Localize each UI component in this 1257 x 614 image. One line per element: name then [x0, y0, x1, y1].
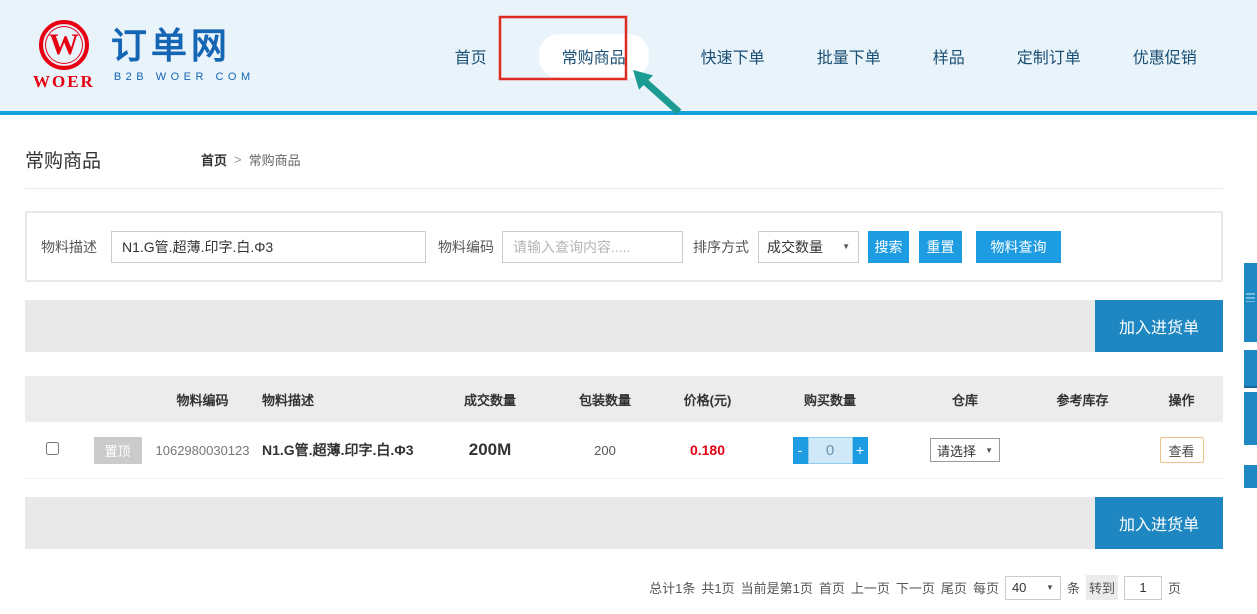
nav-item-promotions[interactable]: 优惠促销: [1133, 44, 1197, 68]
woer-logo-icon: W: [39, 20, 89, 70]
pagination: 总计1条 共1页 当前是第1页 首页 上一页 下一页 尾页 每页 40 ▼ 条 …: [25, 575, 1223, 600]
pagination-page-count: 共1页: [701, 578, 734, 597]
quantity-plus-button[interactable]: +: [853, 437, 868, 464]
page: W WOER 订单网 B2B WOER COM 首页 常购商品 快速下单 批量下…: [0, 0, 1257, 614]
main-nav: 首页 常购商品 快速下单 批量下单 样品 定制订单 优惠促销: [455, 34, 1197, 78]
action-bar-top: 加入进货单: [25, 300, 1223, 352]
per-page-select[interactable]: 40 ▼: [1005, 576, 1061, 600]
goto-page-label: 转到: [1086, 575, 1118, 600]
caret-down-icon: ▼: [842, 242, 850, 251]
filter-panel: 物料描述 物料编码 排序方式 成交数量 ▼ 搜索 重置 物料查询: [25, 211, 1223, 282]
main-content: 常购商品 首页 > 常购商品 物料描述 物料编码 排序方式 成交数量 ▼ 搜索 …: [25, 146, 1223, 600]
cell-pin: 置顶: [80, 437, 155, 464]
nav-item-bulk-order[interactable]: 批量下单: [817, 44, 881, 68]
pagination-last-link[interactable]: 尾页: [941, 578, 967, 597]
header-buy-qty: 购买数量: [755, 390, 905, 409]
material-desc-label: 物料描述: [41, 237, 97, 257]
side-widget-tab-4[interactable]: [1244, 465, 1257, 488]
quantity-input[interactable]: [808, 437, 853, 464]
breadcrumb-separator: >: [234, 152, 242, 167]
pagination-prev-link[interactable]: 上一页: [851, 578, 890, 597]
site-name-block: 订单网 B2B WOER COM: [111, 20, 255, 84]
nav-item-custom-order[interactable]: 定制订单: [1017, 44, 1081, 68]
pagination-total: 总计1条: [649, 578, 695, 597]
goods-table: 物料编码 物料描述 成交数量 包装数量 价格(元) 购买数量 仓库 参考库存 操…: [25, 376, 1223, 479]
header-action: 操作: [1140, 390, 1223, 409]
breadcrumb-current: 常购商品: [249, 150, 301, 169]
nav-item-quick-order[interactable]: 快速下单: [701, 44, 765, 68]
header-deal-qty: 成交数量: [430, 390, 550, 409]
goto-page-input[interactable]: [1124, 576, 1162, 600]
side-widget-tab-2[interactable]: [1244, 350, 1257, 388]
sort-select[interactable]: 成交数量 ▼: [758, 231, 859, 263]
cell-action: 查看: [1140, 437, 1223, 463]
nav-item-frequent-goods[interactable]: 常购商品: [539, 34, 649, 78]
sort-mode-label: 排序方式: [693, 237, 749, 257]
page-title: 常购商品: [25, 146, 101, 173]
header-price: 价格(元): [660, 390, 755, 409]
site-header: W WOER 订单网 B2B WOER COM 首页 常购商品 快速下单 批量下…: [0, 0, 1257, 115]
cell-material-desc: N1.G管.超薄.印字.白.Φ3: [250, 440, 430, 460]
cell-material-code: 1062980030123: [155, 443, 250, 458]
pin-to-top-button[interactable]: 置顶: [94, 437, 142, 464]
header-material-desc: 物料描述: [250, 390, 430, 409]
site-tagline: B2B WOER COM: [114, 71, 255, 83]
breadcrumb-home-link[interactable]: 首页: [201, 150, 227, 169]
cell-price: 0.180: [660, 442, 755, 458]
breadcrumb: 首页 > 常购商品: [201, 150, 301, 169]
header-warehouse: 仓库: [905, 390, 1025, 409]
material-lookup-button[interactable]: 物料查询: [976, 231, 1061, 263]
cell-pack-qty: 200: [550, 443, 660, 458]
action-bar-bottom: 加入进货单: [25, 497, 1223, 549]
table-header-row: 物料编码 物料描述 成交数量 包装数量 价格(元) 购买数量 仓库 参考库存 操…: [25, 376, 1223, 422]
quantity-minus-button[interactable]: -: [793, 437, 808, 464]
quantity-stepper: - +: [793, 437, 868, 464]
warehouse-select[interactable]: 请选择 ▼: [930, 438, 1000, 462]
logo-mark: W WOER: [33, 20, 95, 92]
pagination-first-link[interactable]: 首页: [819, 578, 845, 597]
per-page-label: 每页: [973, 578, 999, 597]
side-widget-tab-1[interactable]: [1244, 263, 1257, 342]
cell-warehouse: 请选择 ▼: [905, 438, 1025, 462]
caret-down-icon: ▼: [985, 446, 993, 455]
goto-page-unit: 页: [1168, 578, 1181, 597]
pagination-current: 当前是第1页: [741, 578, 813, 597]
add-to-purchase-list-button-bottom[interactable]: 加入进货单: [1095, 497, 1223, 549]
logo[interactable]: W WOER 订单网 B2B WOER COM: [33, 20, 255, 92]
cell-buy-qty: - +: [755, 437, 905, 464]
sort-select-value: 成交数量: [767, 237, 823, 257]
material-desc-input[interactable]: [111, 231, 426, 263]
cell-checkbox: [25, 442, 80, 458]
logo-letter: W: [49, 30, 79, 60]
logo-word: WOER: [33, 72, 95, 92]
row-checkbox[interactable]: [46, 442, 59, 455]
side-widget-tab-3[interactable]: [1244, 392, 1257, 445]
nav-item-home[interactable]: 首页: [455, 44, 487, 68]
side-widget-glyph: [1246, 293, 1255, 302]
material-code-input[interactable]: [502, 231, 683, 263]
title-row: 常购商品 首页 > 常购商品: [25, 146, 1223, 189]
site-name: 订单网: [111, 26, 255, 66]
caret-down-icon: ▼: [1046, 583, 1054, 592]
nav-item-samples[interactable]: 样品: [933, 44, 965, 68]
view-button[interactable]: 查看: [1160, 437, 1204, 463]
pagination-next-link[interactable]: 下一页: [896, 578, 935, 597]
warehouse-select-value: 请选择: [937, 441, 976, 460]
search-button[interactable]: 搜索: [868, 231, 909, 263]
cell-deal-qty: 200M: [430, 440, 550, 460]
header-material-code: 物料编码: [155, 390, 250, 409]
material-code-label: 物料编码: [438, 237, 494, 257]
per-page-select-value: 40: [1012, 580, 1026, 595]
header-pack-qty: 包装数量: [550, 390, 660, 409]
per-page-unit: 条: [1067, 578, 1080, 597]
add-to-purchase-list-button-top[interactable]: 加入进货单: [1095, 300, 1223, 352]
table-row: 置顶 1062980030123 N1.G管.超薄.印字.白.Φ3 200M 2…: [25, 422, 1223, 479]
reset-button[interactable]: 重置: [919, 231, 962, 263]
header-ref-stock: 参考库存: [1025, 390, 1140, 409]
